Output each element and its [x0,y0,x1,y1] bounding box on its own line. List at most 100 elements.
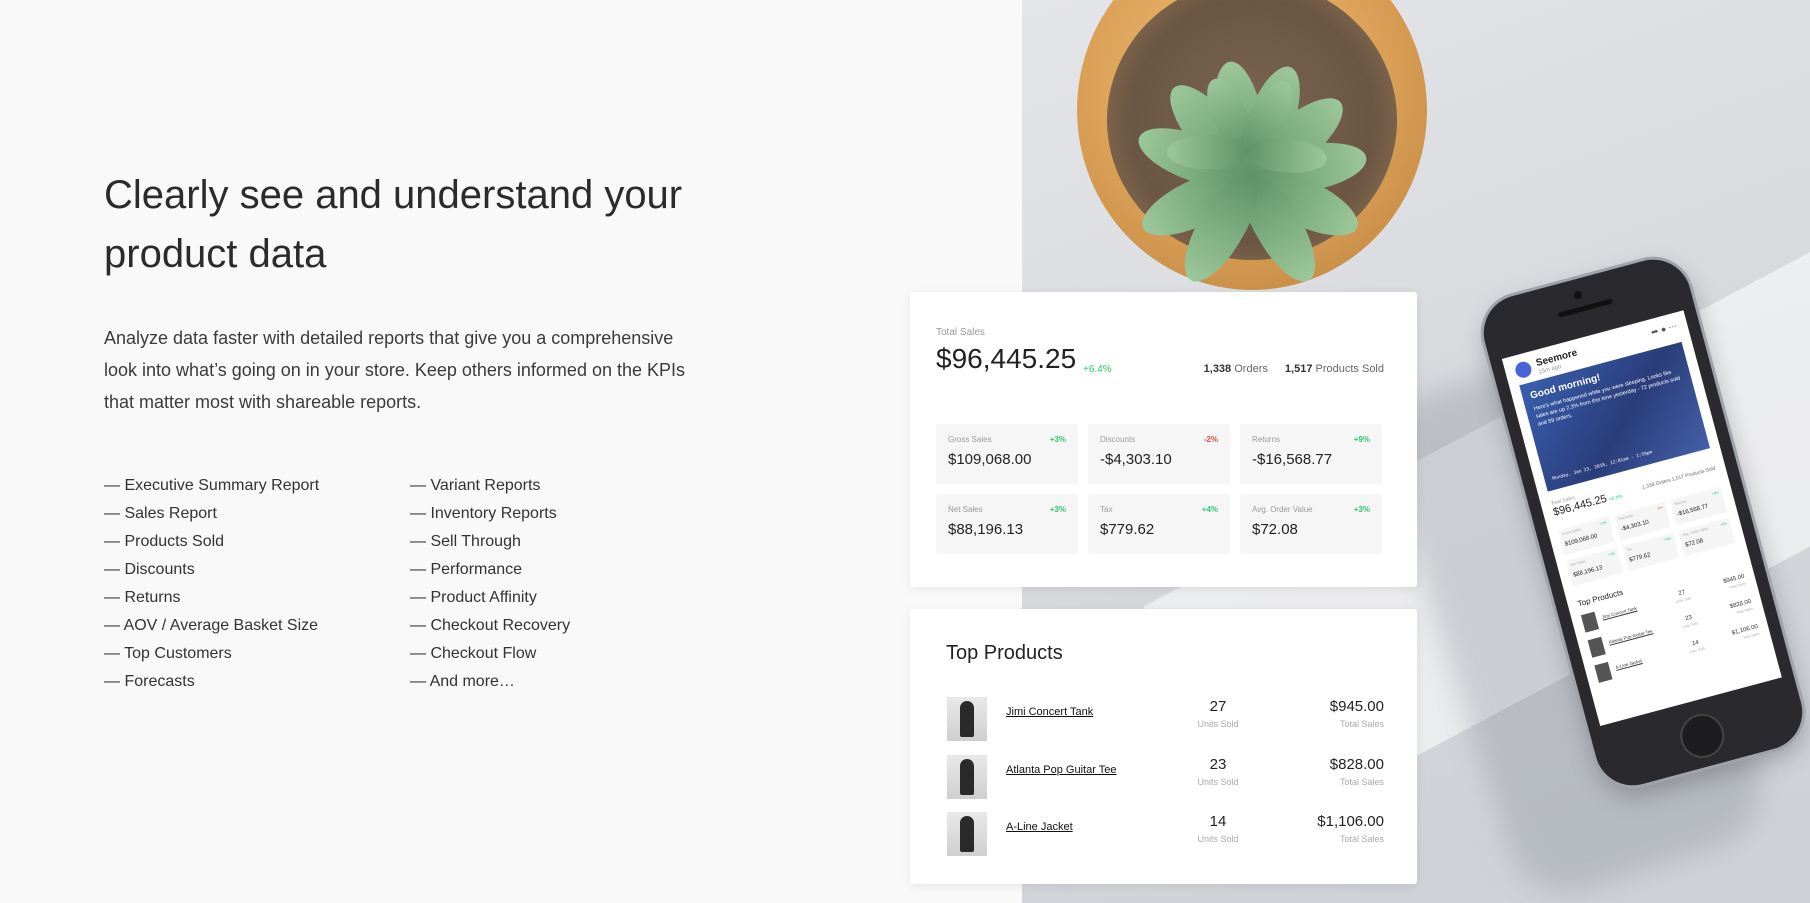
phone-metric-value: -$4,303.10 [1620,519,1650,533]
metric-tile: Avg. Order Value +3% $72.08 [1240,494,1382,554]
phone-metric-label: Returns [1673,499,1687,507]
total-sales-card: Total Sales $96,445.25 +6.4% 1,338 Order… [910,292,1417,587]
product-row: A-Line Jacket 14 Units Sold $1,106.00 To… [910,812,1417,858]
report-item: — Variant Reports [410,477,541,494]
units-sold-label: Units Sold [1197,719,1239,729]
units-sold: 27 Units Sold [1148,697,1288,731]
total-sales-value: $945.00 [1329,698,1384,715]
metric-label: Net Sales [948,505,983,514]
phone-metric-value: $779.62 [1628,552,1652,564]
metric-change: +4% [1201,505,1218,514]
report-item: — Performance [410,561,523,578]
total-sales-change: +6.4% [1083,364,1112,375]
phone-metric-change: +3% [1719,521,1728,528]
report-item: — Sell Through [410,533,521,550]
total-sales: $1,106.00 Total Sales [1317,812,1384,846]
total-sales-value: $828.00 [1329,756,1384,773]
phone-metric-label: Tax [1626,546,1633,553]
sales-stats: 1,338 Orders 1,517 Products Sold [1204,363,1384,375]
product-thumbnail [947,812,987,856]
phone-home-button [1675,708,1730,763]
report-item: — Top Customers [104,645,232,662]
metric-label: Avg. Order Value [1252,505,1313,514]
units-sold-value: 14 [1209,813,1227,830]
phone-metric-change: -2% [1656,505,1664,511]
orders-count: 1,338 [1203,363,1232,375]
report-list-column-1: — Executive Summary Report — Sales Repor… [104,472,319,696]
metric-label: Tax [1100,505,1113,514]
metric-tile: Gross Sales +3% $109,068.00 [936,424,1078,484]
phone-metric-value: $72.08 [1684,538,1704,549]
total-sales: $945.00 Total Sales [1330,697,1384,731]
metric-label: Gross Sales [948,435,992,444]
report-item: — Forecasts [104,673,195,690]
phone-metric-label: Net Sales [1570,559,1586,568]
phone-camera [1573,290,1583,300]
phone-metric-change: +3% [1607,551,1616,558]
metric-label: Returns [1252,435,1281,444]
product-name-link[interactable]: Jimi Concert Tank [1006,706,1093,718]
phone-units-label: Units Sold [1681,621,1699,630]
phone-product-thumbnail [1587,636,1606,658]
total-sales-label: Total Sales [936,327,985,338]
phone-metric-tile: Avg. Order Value +3% $72.08 [1678,517,1736,557]
metric-change: +9% [1353,435,1370,444]
phone-units-label: Units Sold [1675,596,1692,605]
products-sold-label: Products Sold [1315,363,1384,375]
metric-value: -$4,303.10 [1100,451,1172,468]
total-sales-label: Total Sales [1339,777,1384,787]
metric-tile: Tax +4% $779.62 [1088,494,1230,554]
units-sold-label: Units Sold [1197,834,1239,844]
hero-title: Clearly see and understand your product … [104,173,683,276]
metric-value: $109,068.00 [948,451,1032,468]
phone-product-thumbnail [1580,611,1600,633]
units-sold-label: Units Sold [1197,777,1239,787]
product-thumbnail [947,697,987,741]
metric-value: -$16,568.77 [1252,451,1333,468]
phone-metric-change: +3% [1599,520,1608,527]
units-sold: 23 Units Sold [1148,755,1288,789]
metric-change: +3% [1049,505,1066,514]
phone-units-value: 23 [1684,614,1693,623]
phone-metric-change: +4% [1663,536,1672,543]
phone-actions: ➦ ● ⋯ [1650,321,1679,339]
phone-units-value: 14 [1691,639,1700,648]
phone-product-name: A-Line Jacket [1614,658,1643,670]
phone-sales-change: +6.4% [1607,493,1624,503]
report-item: — Checkout Recovery [410,617,571,634]
metric-tile: Discounts -2% -$4,303.10 [1088,424,1230,484]
total-sales-value: $1,106.00 [1317,813,1384,830]
products-sold-count: 1,517 [1284,363,1313,375]
report-list-column-2: — Variant Reports — Inventory Reports — … [410,472,570,696]
phone-speaker [1557,298,1614,318]
product-name-link[interactable]: Atlanta Pop Guitar Tee [1006,764,1116,776]
app-logo-icon [1513,359,1534,380]
phone-metric-value: $88,196.13 [1572,565,1604,579]
phone-metric-label: Gross Sales [1561,527,1582,537]
phone-metric-label: Avg. Order Value [1682,526,1709,538]
phone-metric-change: +9% [1711,490,1720,497]
metric-tile: Net Sales +3% $88,196.13 [936,494,1078,554]
phone-product-name: Jimi Concert Tank [1601,605,1638,620]
total-sales: $828.00 Total Sales [1330,755,1384,789]
metric-label: Discounts [1100,435,1136,444]
comment-icon: ● [1659,323,1668,335]
metric-change: +3% [1049,435,1066,444]
total-sales-label: Total Sales [1339,834,1384,844]
total-sales-label: Total Sales [1339,719,1384,729]
hero-description: Analyze data faster with detailed report… [104,328,686,412]
metric-change: -2% [1203,435,1218,444]
report-item: — Executive Summary Report [104,477,320,494]
phone-metric-value: -$16,568.77 [1676,503,1709,518]
total-sales-value: $96,445.25 [936,343,1077,374]
units-sold: 14 Units Sold [1148,812,1288,846]
product-name-link[interactable]: A-Line Jacket [1006,821,1073,833]
report-item: — And more… [410,673,515,690]
top-products-card: Top Products Jimi Concert Tank 27 Units … [910,609,1417,884]
phone-metric-tile: Net Sales +3% $88,196.13 [1566,547,1624,587]
report-item: — Checkout Flow [410,645,537,662]
metric-change: +3% [1353,505,1370,514]
report-item: — Inventory Reports [410,505,557,522]
more-icon: ⋯ [1667,320,1679,333]
metric-tile: Returns +9% -$16,568.77 [1240,424,1382,484]
